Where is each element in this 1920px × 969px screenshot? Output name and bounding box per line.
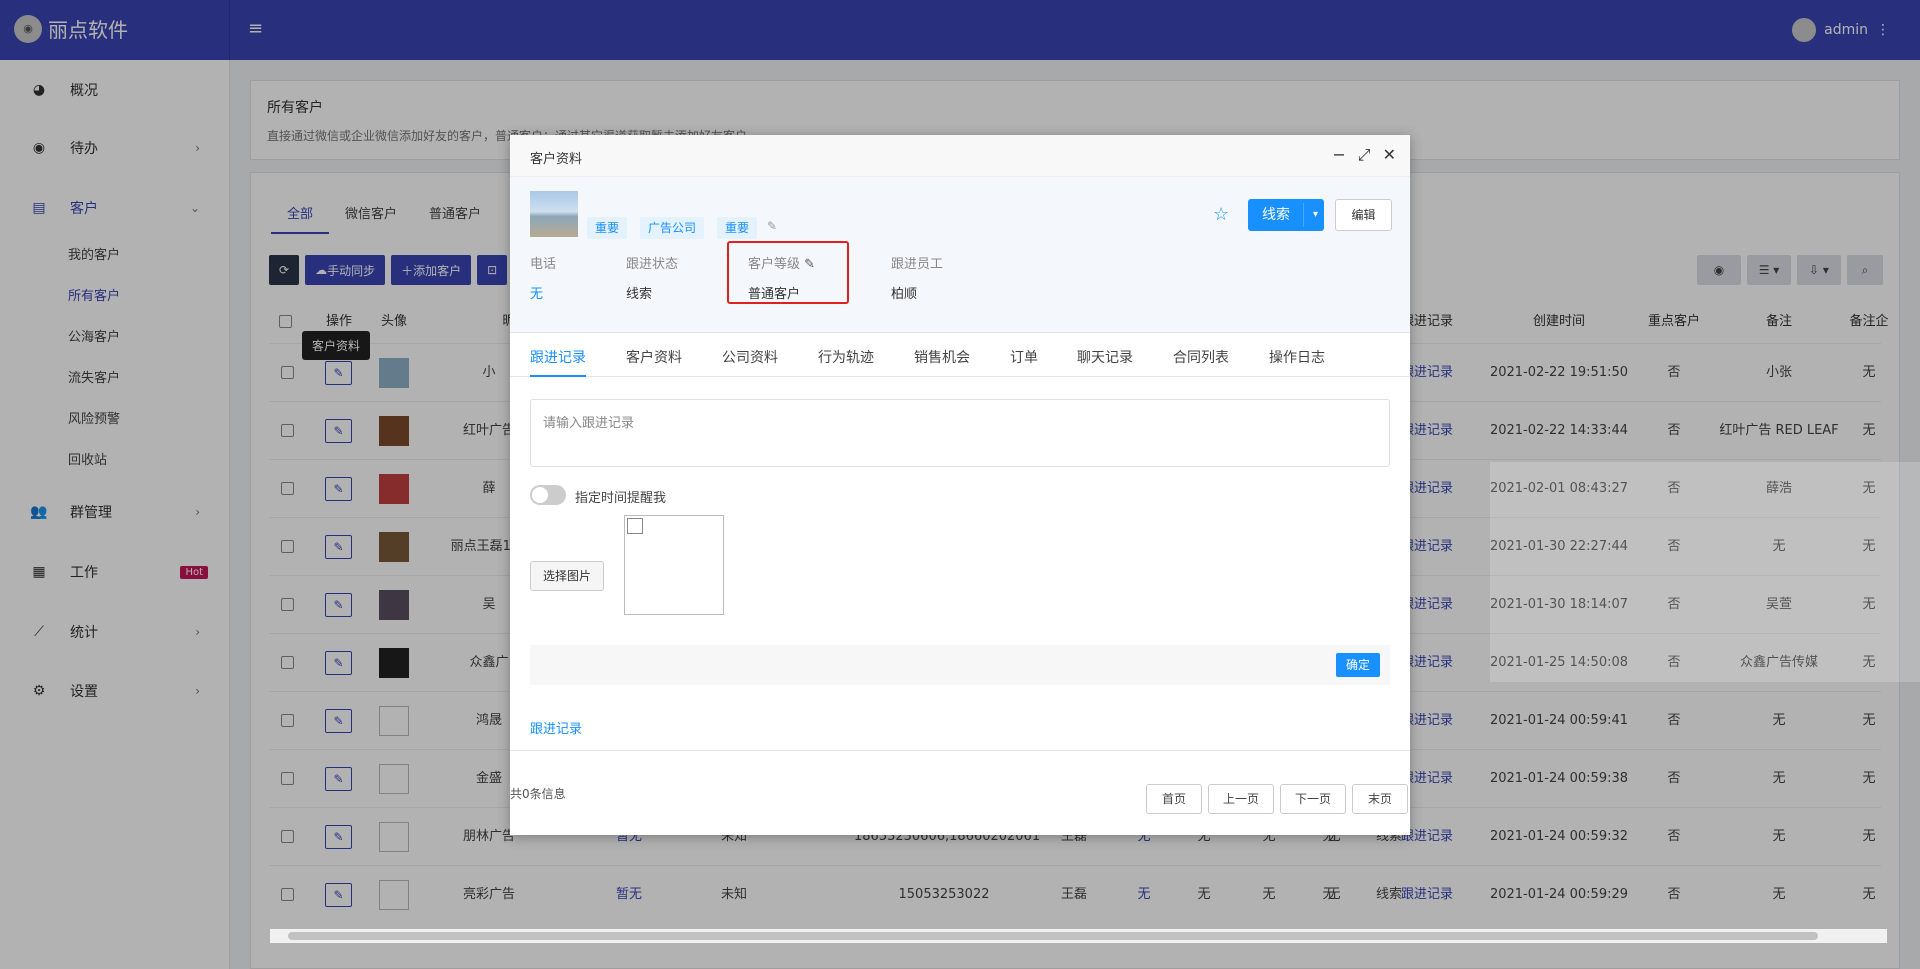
edit-tags-icon[interactable]: ✎ <box>767 219 777 233</box>
chevron-down-icon: ▾ <box>1312 209 1318 220</box>
horizontal-scrollbar[interactable] <box>270 929 1887 943</box>
tag: 重要 <box>717 217 758 239</box>
tab-operation-log[interactable]: 操作日志 <box>1269 347 1325 367</box>
reminder-toggle-label: 指定时间提醒我 <box>575 491 667 506</box>
scrollbar-thumb[interactable] <box>288 932 1818 940</box>
reminder-toggle[interactable] <box>530 485 566 505</box>
image-preview <box>624 515 724 615</box>
tab-behavior[interactable]: 行为轨迹 <box>818 347 874 367</box>
status-dropdown-button[interactable]: 线索 ▾ <box>1248 199 1324 231</box>
last-page-button[interactable]: 末页 <box>1352 784 1408 814</box>
follow-record-textarea[interactable]: 请输入跟进记录 <box>530 399 1390 467</box>
tab-customer-info[interactable]: 客户资料 <box>626 347 682 367</box>
star-icon[interactable]: ☆ <box>1213 204 1229 225</box>
next-page-button[interactable]: 下一页 <box>1280 784 1346 814</box>
button-divider <box>1303 203 1304 227</box>
prev-page-button[interactable]: 上一页 <box>1208 784 1274 814</box>
field-label-follow-status: 跟进状态 <box>626 257 679 272</box>
toggle-knob <box>532 487 548 503</box>
confirm-button[interactable]: 确定 <box>1336 653 1380 677</box>
tab-chat-records[interactable]: 聊天记录 <box>1077 347 1133 367</box>
minimize-icon[interactable]: − <box>1332 145 1345 165</box>
tab-follow-records[interactable]: 跟进记录 <box>530 347 586 367</box>
customer-photo <box>530 191 578 237</box>
tag: 重要 <box>587 217 628 239</box>
tab-orders[interactable]: 订单 <box>1010 347 1038 367</box>
maximize-icon[interactable]: ⤢ <box>1358 145 1371 165</box>
modal-title: 客户资料 <box>530 152 583 167</box>
modal-tabs: 跟进记录 客户资料 公司资料 行为轨迹 销售机会 订单 聊天记录 合同列表 操作… <box>510 333 1410 377</box>
field-value-phone[interactable]: 无 <box>530 283 543 302</box>
divider <box>510 750 1410 751</box>
customer-info-panel: 重要 广告公司 重要 ✎ ☆ 线索 ▾ 编辑 电话 无 跟进状态 线索 客户等级 … <box>510 177 1410 333</box>
pick-image-button[interactable]: 选择图片 <box>530 561 604 591</box>
image-placeholder-icon <box>627 518 643 534</box>
highlight-box <box>727 241 849 304</box>
overlay-highlight <box>1490 462 1920 682</box>
modal-header: 客户资料 − ⤢ ✕ <box>510 135 1410 177</box>
total-count: 共0条信息 <box>510 787 566 801</box>
close-icon[interactable]: ✕ <box>1383 145 1396 165</box>
tab-contracts[interactable]: 合同列表 <box>1173 347 1229 367</box>
customer-profile-modal: 客户资料 − ⤢ ✕ 重要 广告公司 重要 ✎ ☆ 线索 ▾ 编辑 电话 无 跟进… <box>510 135 1410 835</box>
follow-records-link[interactable]: 跟进记录 <box>530 718 582 737</box>
field-label-staff: 跟进员工 <box>891 257 944 272</box>
first-page-button[interactable]: 首页 <box>1146 784 1202 814</box>
field-value-staff: 柏顺 <box>891 287 918 302</box>
field-value-follow-status: 线索 <box>626 287 653 302</box>
tag: 广告公司 <box>640 217 705 239</box>
edit-button[interactable]: 编辑 <box>1335 199 1392 231</box>
status-label: 线索 <box>1262 207 1290 223</box>
field-label-phone: 电话 <box>530 257 557 272</box>
modal-controls: − ⤢ ✕ <box>1332 145 1396 165</box>
tab-sales-opportunity[interactable]: 销售机会 <box>914 347 970 367</box>
tab-company-info[interactable]: 公司资料 <box>722 347 778 367</box>
active-tab-indicator <box>530 375 586 377</box>
form-footer: 确定 <box>530 645 1390 685</box>
